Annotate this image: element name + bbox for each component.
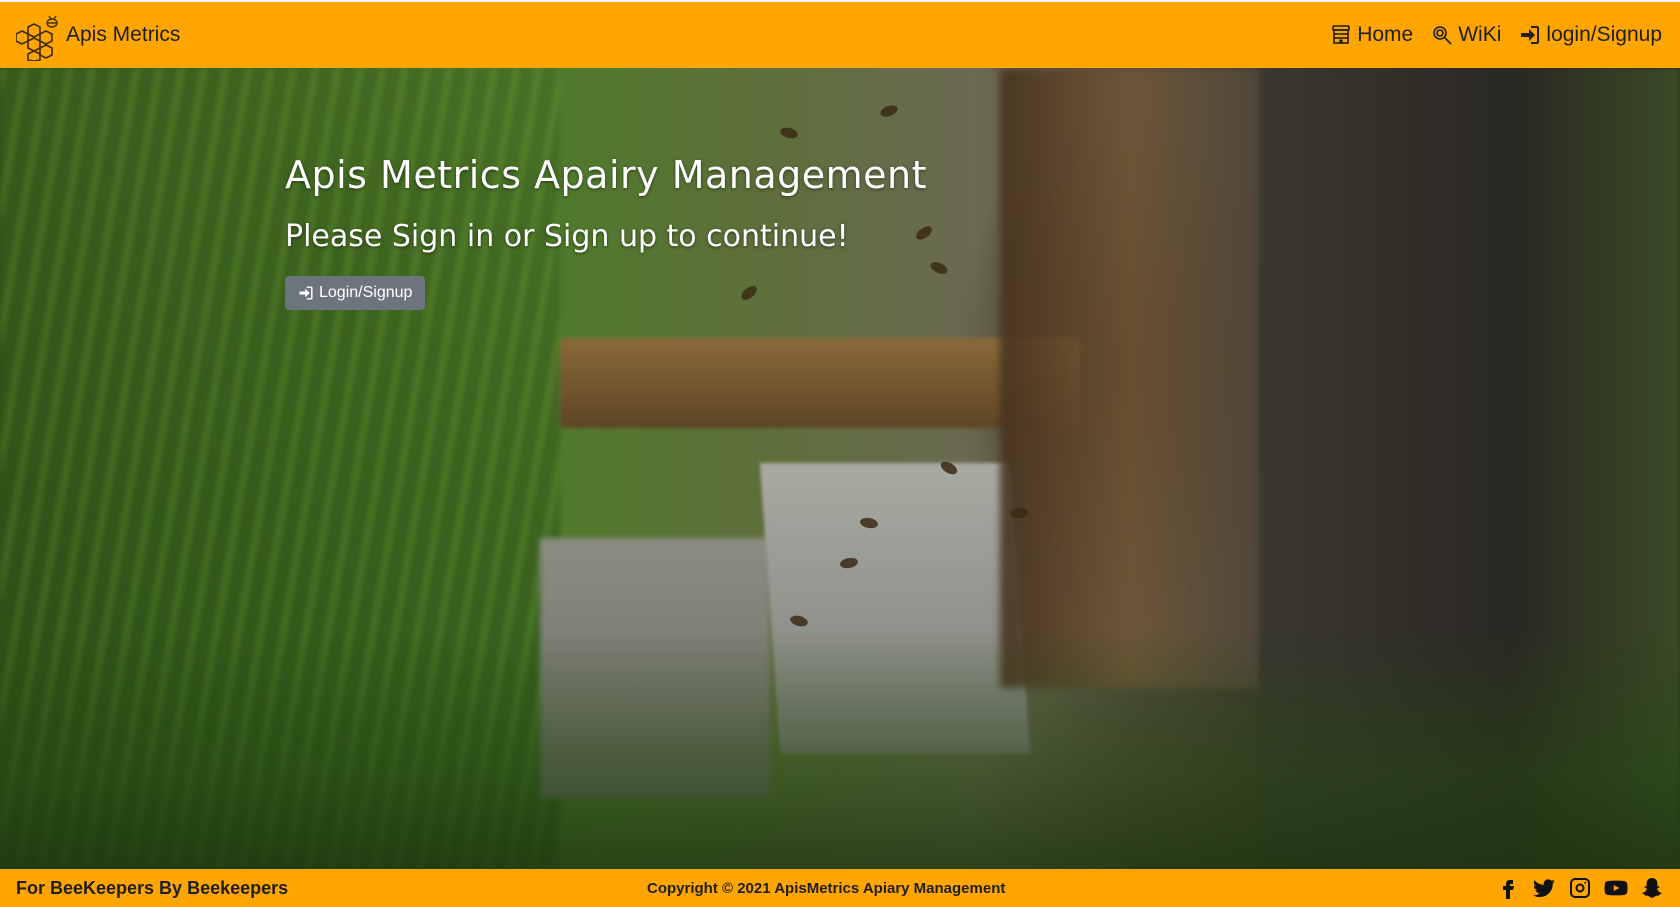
login-signup-button[interactable]: Login/Signup <box>285 276 426 310</box>
youtube-icon[interactable] <box>1604 876 1628 900</box>
hero-background: Apis Metrics Apairy Management Please Si… <box>0 68 1680 869</box>
nav-wiki-link[interactable]: WiKi <box>1431 23 1501 47</box>
footer-copyright: Copyright © 2021 ApisMetrics Apiary Mana… <box>647 879 1006 897</box>
facebook-icon[interactable] <box>1496 876 1520 900</box>
sign-in-icon <box>1521 26 1540 44</box>
twitter-icon[interactable] <box>1532 876 1556 900</box>
honeycomb-bee-icon <box>16 15 58 61</box>
hero-content: Apis Metrics Apairy Management Please Si… <box>285 153 927 310</box>
magnifier-icon <box>1433 26 1452 45</box>
page-title: Apis Metrics Apairy Management <box>285 153 928 197</box>
snapchat-icon[interactable] <box>1640 876 1664 900</box>
footer: For BeeKeepers By Beekeepers Copyright ©… <box>0 869 1680 907</box>
nav-home-link[interactable]: Home <box>1330 23 1413 47</box>
brand-name: Apis Metrics <box>66 23 181 46</box>
brand[interactable]: Apis Metrics <box>16 9 180 61</box>
social-links <box>1496 876 1664 900</box>
beehive-icon <box>1332 25 1351 44</box>
bee <box>928 259 950 277</box>
nav-links: Home WiKi login/Signup <box>1330 23 1662 47</box>
login-signup-label: Login/Signup <box>319 284 413 301</box>
bee-swarm-hive-side <box>1000 68 1260 688</box>
instagram-icon[interactable] <box>1568 876 1592 900</box>
sign-in-icon <box>299 286 313 300</box>
foreground-grass <box>0 628 1680 869</box>
bee <box>878 103 900 119</box>
nav-login-link[interactable]: login/Signup <box>1519 23 1662 47</box>
nav-home-label: Home <box>1357 23 1414 46</box>
bee <box>779 125 799 141</box>
page-subtitle: Please Sign in or Sign up to continue! <box>285 219 849 254</box>
footer-tagline: For BeeKeepers By Beekeepers <box>16 877 289 898</box>
navbar: Apis Metrics Home WiKi login/Signup <box>0 0 1680 68</box>
nav-login-label: login/Signup <box>1546 23 1662 46</box>
nav-wiki-label: WiKi <box>1458 23 1502 46</box>
